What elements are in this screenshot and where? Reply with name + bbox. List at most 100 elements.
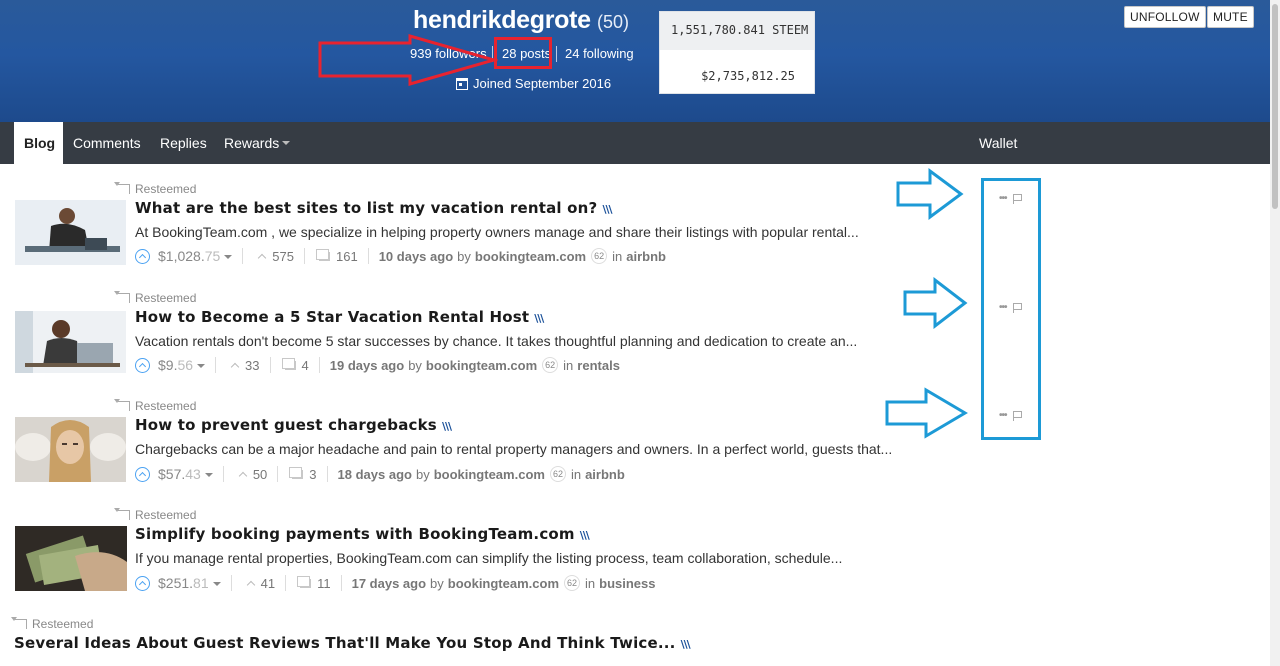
vote-count[interactable]: 41	[261, 576, 275, 591]
chevron-down-icon	[224, 255, 233, 259]
resteemed-text: Resteemed	[135, 508, 197, 522]
thumbnail-image	[15, 200, 126, 265]
by-label: by	[430, 575, 444, 591]
post-meta: $1,028.75 575 161 10 days ago by booking…	[135, 248, 666, 264]
divider	[318, 357, 320, 373]
tab-wallet[interactable]: Wallet	[979, 122, 1017, 164]
post-thumbnail[interactable]	[15, 200, 126, 265]
comment-count[interactable]: 11	[317, 576, 331, 591]
in-label: in	[570, 466, 582, 482]
post-payout[interactable]: $251.81	[158, 575, 221, 591]
profile-username: hendrikdegrote	[413, 6, 591, 34]
payout-amount: $57.	[158, 466, 186, 482]
divider	[285, 575, 287, 591]
post-category[interactable]: rentals	[577, 358, 620, 373]
post-title-text: How to Become a 5 Star Vacation Rental H…	[135, 308, 530, 326]
resteem-icon	[118, 293, 130, 303]
tab-replies[interactable]: Replies	[160, 122, 207, 164]
post-payout[interactable]: $57.43	[158, 466, 213, 482]
in-label: in	[612, 248, 623, 264]
tab-rewards-label: Rewards	[224, 135, 280, 151]
vote-count[interactable]: 575	[272, 249, 294, 264]
post-title[interactable]: Several Ideas About Guest Reviews That'l…	[14, 634, 691, 652]
post-author[interactable]: bookingteam.com	[475, 249, 586, 264]
post-title-text: How to prevent guest chargebacks	[135, 416, 437, 434]
thumbnail-image	[15, 417, 126, 482]
comment-count[interactable]: 4	[302, 358, 309, 373]
author-reputation: 62	[549, 466, 566, 482]
payout-cents: 75	[204, 248, 221, 264]
post-title[interactable]: What are the best sites to list my vacat…	[135, 199, 613, 217]
post-payout[interactable]: $9.56	[158, 357, 206, 373]
scrollbar-thumb[interactable]	[1272, 4, 1278, 209]
comment-icon	[316, 248, 330, 261]
post-time[interactable]: 10 days ago	[379, 249, 453, 264]
blue-arrow-annotation	[896, 168, 964, 220]
post-thumbnail[interactable]	[15, 417, 126, 482]
mute-button[interactable]: Mute	[1207, 6, 1254, 28]
post-author[interactable]: bookingteam.com	[434, 467, 545, 482]
payout-amount: $9.	[158, 357, 178, 373]
unfollow-button[interactable]: Unfollow	[1124, 6, 1206, 28]
post-author[interactable]: bookingteam.com	[426, 358, 537, 373]
resteemed-label: Resteemed	[118, 399, 196, 413]
chevron-down-icon	[282, 141, 291, 145]
post-time[interactable]: 18 days ago	[338, 467, 412, 482]
post-title[interactable]: How to Become a 5 Star Vacation Rental H…	[135, 308, 544, 326]
tab-comments[interactable]: Comments	[73, 122, 141, 164]
post-meta: $57.43 50 3 18 days ago by bookingteam.c…	[135, 466, 625, 482]
vote-count[interactable]: 33	[245, 358, 259, 373]
post-title-text: Simplify booking payments with BookingTe…	[135, 525, 575, 543]
upvote-icon[interactable]	[135, 248, 150, 264]
divider	[367, 248, 369, 264]
upvote-icon[interactable]	[135, 575, 150, 591]
resteemed-text: Resteemed	[135, 291, 197, 305]
resteemed-text: Resteemed	[135, 399, 197, 413]
usd-value: $2,735,812.25	[701, 69, 795, 83]
votes-icon	[246, 580, 255, 589]
profile-reputation: (50)	[597, 12, 630, 32]
by-label: by	[457, 248, 471, 264]
thumbnail-image	[15, 526, 127, 591]
votes-icon	[230, 362, 240, 371]
post-excerpt[interactable]: If you manage rental properties, Booking…	[135, 550, 842, 566]
chevron-down-icon	[212, 582, 221, 586]
post-author[interactable]: bookingteam.com	[448, 576, 559, 591]
resteemed-text: Resteemed	[135, 182, 197, 196]
thumbnail-image	[15, 311, 126, 373]
post-payout[interactable]: $1,028.75	[158, 248, 233, 264]
post-thumbnail[interactable]	[15, 311, 126, 373]
in-label: in	[563, 357, 574, 373]
post-title-text: What are the best sites to list my vacat…	[135, 199, 598, 217]
blue-arrow-annotation	[903, 277, 968, 329]
following-link[interactable]: 24 following	[565, 46, 634, 61]
post-category[interactable]: airbnb	[585, 467, 625, 482]
by-label: by	[415, 466, 430, 482]
post-excerpt[interactable]: Chargebacks can be a major headache and …	[135, 441, 892, 457]
upvote-icon[interactable]	[135, 466, 150, 482]
post-time[interactable]: 17 days ago	[352, 576, 426, 591]
post-category[interactable]: business	[599, 576, 655, 591]
steem-icon: \\\	[680, 638, 691, 651]
vote-count[interactable]: 50	[253, 467, 267, 482]
comment-count[interactable]: 161	[336, 249, 358, 264]
post-excerpt[interactable]: Vacation rentals don't become 5 star suc…	[135, 333, 857, 349]
resteemed-label: Resteemed	[118, 291, 196, 305]
payout-cents: 56	[177, 357, 194, 373]
post-time[interactable]: 19 days ago	[330, 358, 404, 373]
comment-count[interactable]: 3	[309, 467, 316, 482]
steem-icon: \\\	[579, 529, 590, 542]
post-meta: $9.56 33 4 19 days ago by bookingteam.co…	[135, 357, 620, 373]
post-category[interactable]: airbnb	[626, 249, 666, 264]
vertical-scrollbar[interactable]	[1270, 0, 1280, 666]
post-title[interactable]: How to prevent guest chargebacks \\\	[135, 416, 452, 434]
tab-blog[interactable]: Blog	[14, 122, 63, 164]
tab-rewards[interactable]: Rewards	[224, 122, 291, 164]
red-arrow-annotation	[318, 34, 498, 86]
post-title[interactable]: Simplify booking payments with BookingTe…	[135, 525, 590, 543]
post-excerpt[interactable]: At BookingTeam.com , we specialize in he…	[135, 224, 859, 240]
post-thumbnail[interactable]	[15, 526, 127, 591]
resteem-icon	[118, 510, 130, 520]
divider	[269, 357, 271, 373]
upvote-icon[interactable]	[135, 357, 150, 373]
